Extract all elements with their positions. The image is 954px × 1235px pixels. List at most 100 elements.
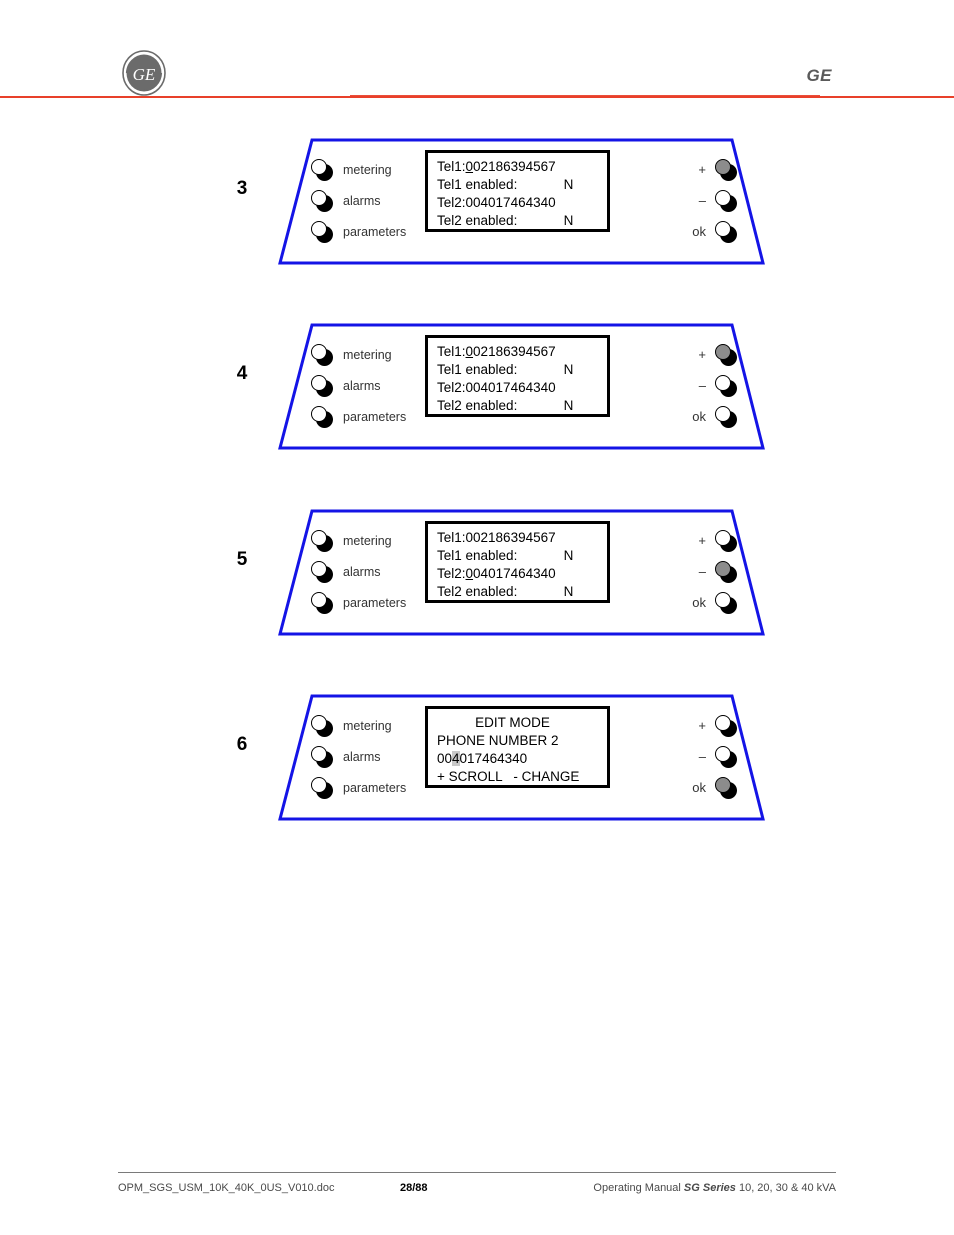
button-face[interactable] bbox=[715, 158, 731, 175]
lcd-text: Tel1:002186394567 bbox=[437, 530, 556, 545]
control-button-minus[interactable]: – bbox=[650, 741, 740, 772]
button-face[interactable] bbox=[715, 374, 731, 391]
round-button-icon[interactable] bbox=[310, 591, 336, 614]
button-face[interactable] bbox=[311, 158, 327, 175]
round-button-icon[interactable] bbox=[714, 374, 740, 397]
control-button-plus[interactable]: + bbox=[650, 525, 740, 556]
footer-document-name: OPM_SGS_USM_10K_40K_0US_V010.doc bbox=[118, 1182, 335, 1194]
ge-wordmark: GE bbox=[806, 66, 832, 85]
round-button-icon[interactable] bbox=[310, 158, 336, 181]
menu-button-label: alarms bbox=[343, 378, 381, 393]
button-face[interactable] bbox=[715, 776, 731, 793]
round-button-icon[interactable] bbox=[310, 220, 336, 243]
lcd-text: Tel2:004017464340 bbox=[437, 195, 556, 210]
menu-button-label: metering bbox=[343, 347, 392, 362]
button-face[interactable] bbox=[715, 405, 731, 422]
button-face[interactable] bbox=[715, 714, 731, 731]
control-button-ok[interactable]: ok bbox=[650, 587, 740, 618]
button-face[interactable] bbox=[715, 745, 731, 762]
lcd-text: + SCROLL - CHANGE bbox=[437, 769, 580, 784]
round-button-icon[interactable] bbox=[714, 405, 740, 428]
lcd-text: Tel1 enabled: bbox=[437, 177, 518, 192]
lcd-value-flag: N bbox=[563, 584, 574, 599]
round-button-icon[interactable] bbox=[714, 714, 740, 737]
lcd-value-flag: N bbox=[563, 548, 574, 563]
step-number: 3 bbox=[236, 178, 248, 199]
lcd-line: Tel2:004017464340 bbox=[428, 379, 607, 397]
header-divider-rule-accent bbox=[350, 95, 820, 98]
button-face[interactable] bbox=[311, 745, 327, 762]
button-face[interactable] bbox=[311, 374, 327, 391]
round-button-icon[interactable] bbox=[714, 529, 740, 552]
control-button-plus[interactable]: + bbox=[650, 710, 740, 741]
control-button-ok[interactable]: ok bbox=[650, 401, 740, 432]
lcd-text-rest: 02186394567 bbox=[473, 159, 556, 174]
round-button-icon[interactable] bbox=[714, 776, 740, 799]
control-panel-contents: metering alarms parameters Tel1:00218639456… bbox=[270, 132, 780, 272]
lcd-text-rest: 02186394567 bbox=[473, 344, 556, 359]
button-face[interactable] bbox=[311, 405, 327, 422]
menu-button-label: alarms bbox=[343, 749, 381, 764]
lcd-cursor-underline: 0 bbox=[465, 159, 474, 174]
button-face[interactable] bbox=[311, 189, 327, 206]
round-button-icon[interactable] bbox=[310, 189, 336, 212]
round-button-icon[interactable] bbox=[714, 591, 740, 614]
control-panel-contents: metering alarms parameters Tel1:00218639456… bbox=[270, 317, 780, 457]
round-button-icon[interactable] bbox=[714, 158, 740, 181]
control-button-label: + bbox=[698, 162, 706, 177]
round-button-icon[interactable] bbox=[714, 745, 740, 768]
round-button-icon[interactable] bbox=[310, 776, 336, 799]
round-button-icon[interactable] bbox=[310, 745, 336, 768]
button-face[interactable] bbox=[715, 220, 731, 237]
control-buttons-group: + – ok bbox=[650, 525, 740, 618]
lcd-line: Tel2 enabled: N bbox=[428, 212, 607, 230]
round-button-icon[interactable] bbox=[310, 343, 336, 366]
menu-button-label: parameters bbox=[343, 595, 407, 610]
lcd-display: Tel1:002186394567 Tel1 enabled: N Tel2:0040… bbox=[425, 150, 610, 232]
step-number: 4 bbox=[236, 363, 248, 384]
lcd-line: Tel1 enabled: N bbox=[428, 547, 607, 565]
menu-button-label: metering bbox=[343, 162, 392, 177]
round-button-icon[interactable] bbox=[714, 560, 740, 583]
control-button-plus[interactable]: + bbox=[650, 154, 740, 185]
lcd-line: Tel1:002186394567 bbox=[428, 343, 607, 361]
button-face[interactable] bbox=[715, 343, 731, 360]
button-face[interactable] bbox=[311, 591, 327, 608]
control-button-ok[interactable]: ok bbox=[650, 772, 740, 803]
control-button-minus[interactable]: – bbox=[650, 556, 740, 587]
round-button-icon[interactable] bbox=[310, 560, 336, 583]
round-button-icon[interactable] bbox=[310, 529, 336, 552]
button-face[interactable] bbox=[311, 714, 327, 731]
lcd-value-flag: N bbox=[563, 177, 574, 192]
button-face[interactable] bbox=[311, 220, 327, 237]
button-face[interactable] bbox=[311, 560, 327, 577]
button-face[interactable] bbox=[311, 529, 327, 546]
control-panel-contents: metering alarms parameters Tel1:00218639456… bbox=[270, 503, 780, 643]
control-button-ok[interactable]: ok bbox=[650, 216, 740, 247]
round-button-icon[interactable] bbox=[310, 374, 336, 397]
round-button-icon[interactable] bbox=[714, 189, 740, 212]
button-face[interactable] bbox=[715, 560, 731, 577]
control-button-plus[interactable]: + bbox=[650, 339, 740, 370]
control-button-label: – bbox=[698, 378, 706, 393]
lcd-text-rest: 04017464340 bbox=[473, 566, 556, 581]
control-button-label: ok bbox=[692, 595, 706, 610]
round-button-icon[interactable] bbox=[714, 220, 740, 243]
control-button-minus[interactable]: – bbox=[650, 370, 740, 401]
round-button-icon[interactable] bbox=[714, 343, 740, 366]
lcd-display: EDIT MODE PHONE NUMBER 2 004017464340 + SCR… bbox=[425, 706, 610, 788]
button-face[interactable] bbox=[311, 776, 327, 793]
button-face[interactable] bbox=[311, 343, 327, 360]
control-button-minus[interactable]: – bbox=[650, 185, 740, 216]
lcd-line: Tel1 enabled: N bbox=[428, 361, 607, 379]
control-button-label: ok bbox=[692, 409, 706, 424]
round-button-icon[interactable] bbox=[310, 405, 336, 428]
menu-button-label: parameters bbox=[343, 780, 407, 795]
button-face[interactable] bbox=[715, 189, 731, 206]
lcd-text: PHONE NUMBER 2 bbox=[437, 733, 559, 748]
control-button-label: ok bbox=[692, 780, 706, 795]
button-face[interactable] bbox=[715, 591, 731, 608]
lcd-text: Tel1: bbox=[437, 159, 466, 174]
round-button-icon[interactable] bbox=[310, 714, 336, 737]
button-face[interactable] bbox=[715, 529, 731, 546]
